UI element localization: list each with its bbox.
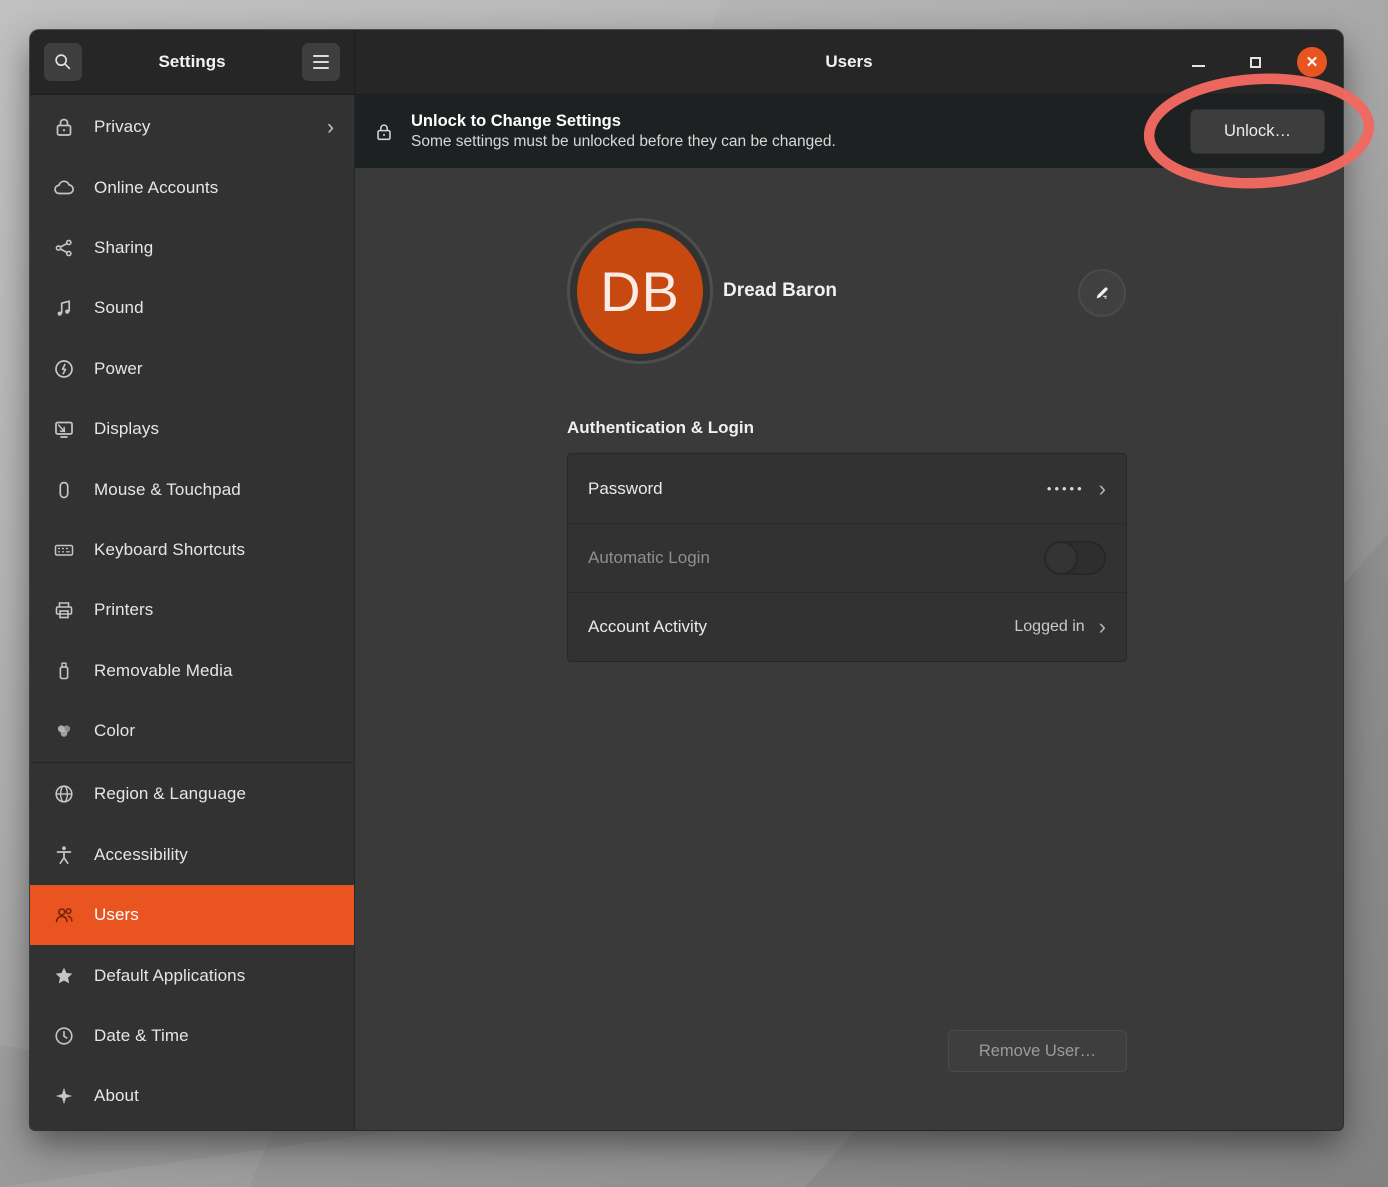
user-avatar: DB: [567, 218, 713, 364]
sidebar-item-label: Keyboard Shortcuts: [94, 540, 334, 560]
primary-menu-button[interactable]: [302, 43, 340, 81]
sidebar-item-printers[interactable]: Printers: [30, 580, 354, 640]
sidebar-item-label: Privacy: [94, 117, 327, 137]
edit-name-button[interactable]: [1078, 269, 1126, 317]
sidebar-item-region-language[interactable]: Region & Language: [30, 764, 354, 824]
sidebar-item-label: Power: [94, 359, 334, 379]
unlock-banner-title: Unlock to Change Settings: [411, 112, 1190, 131]
sidebar-divider: [30, 762, 354, 763]
sparkle-icon: [52, 1084, 76, 1108]
sidebar-item-date-time[interactable]: Date & Time: [30, 1006, 354, 1066]
chevron-right-icon: ›: [327, 117, 334, 138]
close-icon: ✕: [1306, 53, 1319, 71]
maximize-button[interactable]: [1240, 47, 1270, 77]
auth-group: Password ••••• › Automatic Login Account…: [567, 453, 1127, 662]
display-icon: [52, 417, 76, 441]
window-controls: ✕: [1183, 30, 1327, 94]
sidebar-item-displays[interactable]: Displays: [30, 399, 354, 459]
automatic-login-row: Automatic Login: [568, 523, 1126, 592]
sidebar-item-label: Accessibility: [94, 845, 334, 865]
automatic-login-toggle[interactable]: [1044, 541, 1106, 575]
keyboard-icon: [52, 538, 76, 562]
sidebar-nav: Privacy› Online Accounts Sharing Sound Power…: [30, 95, 355, 1130]
sidebar-item-label: Users: [94, 905, 334, 925]
auth-section-heading: Authentication & Login: [567, 418, 754, 438]
color-icon: [52, 719, 76, 743]
clock-icon: [52, 1024, 76, 1048]
cloud-icon: [52, 176, 76, 200]
close-button[interactable]: ✕: [1297, 47, 1327, 77]
sidebar-item-users[interactable]: Users: [30, 885, 354, 945]
sidebar-item-color[interactable]: Color: [30, 701, 354, 761]
sidebar-item-removable-media[interactable]: Removable Media: [30, 641, 354, 701]
globe-icon: [52, 782, 76, 806]
sidebar-item-label: Sharing: [94, 238, 334, 258]
sidebar-item-about[interactable]: About: [30, 1066, 354, 1126]
sidebar-item-label: Online Accounts: [94, 178, 334, 198]
unlock-banner-text: Unlock to Change Settings Some settings …: [411, 112, 1190, 151]
search-icon: [52, 51, 74, 73]
sidebar-item-label: Sound: [94, 298, 334, 318]
pencil-icon: [1092, 283, 1112, 303]
sidebar-item-online-accounts[interactable]: Online Accounts: [30, 157, 354, 217]
content-area: Unlock to Change Settings Some settings …: [355, 95, 1343, 1130]
account-activity-row[interactable]: Account Activity Logged in ›: [568, 592, 1126, 661]
sidebar-item-sharing[interactable]: Sharing: [30, 218, 354, 278]
power-icon: [52, 357, 76, 381]
sidebar-title: Settings: [158, 52, 225, 72]
printer-icon: [52, 598, 76, 622]
sidebar-item-label: Date & Time: [94, 1026, 334, 1046]
accessibility-icon: [52, 843, 76, 867]
hamburger-menu-icon: [313, 55, 329, 69]
password-row[interactable]: Password ••••• ›: [568, 454, 1126, 523]
minimize-button[interactable]: [1183, 47, 1213, 77]
page-title: Users: [825, 52, 872, 72]
user-full-name: Dread Baron: [723, 280, 837, 302]
sidebar-item-privacy[interactable]: Privacy›: [30, 97, 354, 157]
main-headerbar: Users ✕: [355, 30, 1343, 95]
remove-user-button[interactable]: Remove User…: [948, 1030, 1127, 1072]
search-button[interactable]: [44, 43, 82, 81]
sidebar-item-label: Displays: [94, 419, 334, 439]
sidebar-item-mouse-touchpad[interactable]: Mouse & Touchpad: [30, 459, 354, 519]
user-avatar-initials: DB: [577, 228, 703, 354]
account-activity-label: Account Activity: [588, 617, 1014, 637]
share-icon: [52, 236, 76, 260]
sidebar-item-power[interactable]: Power: [30, 339, 354, 399]
star-icon: [52, 964, 76, 988]
sidebar-item-sound[interactable]: Sound: [30, 278, 354, 338]
users-icon: [52, 903, 76, 927]
sidebar-item-label: Printers: [94, 600, 334, 620]
minimize-icon: [1192, 65, 1205, 67]
unlock-banner: Unlock to Change Settings Some settings …: [355, 95, 1343, 168]
usb-icon: [52, 659, 76, 683]
sidebar-item-label: Default Applications: [94, 966, 334, 986]
chevron-right-icon: ›: [1099, 616, 1106, 638]
automatic-login-label: Automatic Login: [588, 548, 1044, 568]
password-mask: •••••: [1047, 481, 1085, 496]
account-activity-value: Logged in: [1014, 618, 1084, 636]
sidebar-item-label: Removable Media: [94, 661, 334, 681]
password-label: Password: [588, 479, 1047, 499]
sidebar-item-default-applications[interactable]: Default Applications: [30, 945, 354, 1005]
users-panel: DB Dread Baron Authentication & Login Pa…: [355, 168, 1343, 1130]
sidebar-item-label: Region & Language: [94, 784, 334, 804]
toggle-knob: [1044, 541, 1078, 575]
sidebar-item-label: About: [94, 1086, 334, 1106]
lock-icon: [52, 115, 76, 139]
sound-icon: [52, 296, 76, 320]
unlock-banner-subtitle: Some settings must be unlocked before th…: [411, 133, 1190, 151]
sidebar-headerbar: Settings: [30, 30, 355, 95]
mouse-icon: [52, 478, 76, 502]
sidebar-item-accessibility[interactable]: Accessibility: [30, 825, 354, 885]
sidebar-item-keyboard-shortcuts[interactable]: Keyboard Shortcuts: [30, 520, 354, 580]
sidebar-item-label: Mouse & Touchpad: [94, 480, 334, 500]
unlock-button[interactable]: Unlock…: [1190, 109, 1325, 154]
settings-window: Settings Users ✕ Privacy›Online Accounts…: [30, 30, 1343, 1130]
lock-icon: [373, 120, 395, 144]
chevron-right-icon: ›: [1099, 478, 1106, 500]
sidebar-item-label: Color: [94, 721, 334, 741]
maximize-icon: [1250, 57, 1261, 68]
